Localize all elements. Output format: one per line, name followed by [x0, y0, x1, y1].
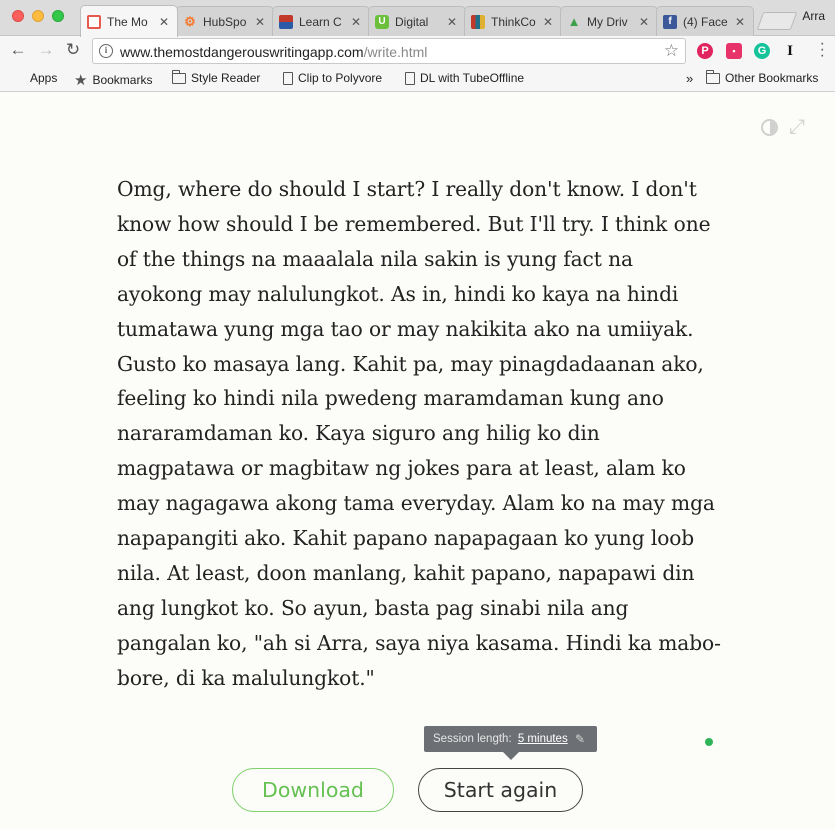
- close-tab-icon[interactable]: ✕: [543, 15, 555, 29]
- tab-hubspot[interactable]: ⚙ HubSpo ✕: [176, 6, 274, 36]
- page-icon: [283, 71, 293, 85]
- bookmark-apps[interactable]: Apps: [12, 71, 57, 85]
- bookmark-label: Clip to Polyvore: [298, 71, 383, 85]
- address-bar[interactable]: i www.themostdangerouswritingapp.com/wri…: [92, 38, 686, 64]
- forward-arrow-icon[interactable]: →: [36, 40, 56, 60]
- session-length-value[interactable]: 5 minutes: [518, 733, 568, 745]
- browser-toolbar: ← → ↻ i www.themostdangerouswritingapp.c…: [0, 36, 835, 66]
- bookmark-tubeoffline[interactable]: DL with TubeOffline: [405, 71, 524, 85]
- writing-page: ⤢ Omg, where do should I start? I really…: [0, 93, 835, 830]
- tab-drive[interactable]: ▲ My Driv ✕: [560, 6, 658, 36]
- thinkco-icon: [471, 14, 485, 29]
- drive-icon: ▲: [567, 14, 581, 29]
- bookmark-label: Other Bookmarks: [725, 71, 819, 85]
- other-bookmarks[interactable]: Other Bookmarks: [706, 69, 819, 85]
- writing-editor[interactable]: Omg, where do should I start? I really d…: [117, 172, 723, 696]
- close-tab-icon[interactable]: ✕: [447, 15, 459, 29]
- tab-digital[interactable]: U Digital ✕: [368, 6, 466, 36]
- session-length-tooltip: Session length: 5 minutes ✎: [424, 726, 597, 752]
- tab-learn[interactable]: Learn C ✕: [272, 6, 370, 36]
- close-tab-icon[interactable]: ✕: [639, 15, 651, 29]
- close-tab-icon[interactable]: ✕: [159, 15, 171, 29]
- menu-icon[interactable]: · · ·: [820, 36, 825, 64]
- tab-title: Learn C: [299, 14, 342, 29]
- tab-title: Digital: [395, 14, 429, 29]
- url-host: www.themostdangerouswritingapp.com: [120, 44, 364, 60]
- screencast-icon[interactable]: ▪: [726, 43, 742, 59]
- bookmark-bookmarks[interactable]: ★ Bookmarks: [74, 71, 152, 89]
- back-arrow-icon[interactable]: ←: [8, 40, 28, 60]
- status-dot: [705, 738, 713, 746]
- star-icon: ★: [74, 72, 88, 89]
- folder-icon: [172, 69, 186, 84]
- new-tab-button[interactable]: [756, 12, 798, 30]
- close-tab-icon[interactable]: ✕: [735, 15, 747, 29]
- tab-thinkco[interactable]: ThinkCo ✕: [464, 6, 562, 36]
- tab-title: ThinkCo: [491, 14, 536, 29]
- bookmarks-bar: Apps ★ Bookmarks Style Reader Clip to Po…: [0, 66, 835, 92]
- instapaper-icon[interactable]: I: [782, 43, 798, 59]
- info-icon[interactable]: i: [99, 44, 113, 58]
- red-square-icon: [87, 14, 101, 29]
- reload-icon[interactable]: ↻: [63, 40, 83, 60]
- tab-title: My Driv: [587, 14, 628, 29]
- url-path: /write.html: [363, 44, 428, 60]
- session-length-label: Session length:: [433, 733, 512, 745]
- url-text[interactable]: www.themostdangerouswritingapp.com/write…: [120, 44, 427, 60]
- contrast-toggle-icon[interactable]: [761, 119, 778, 136]
- bookmark-star-icon[interactable]: ☆: [664, 41, 679, 61]
- tab-title: HubSpo: [203, 14, 247, 29]
- tab-title: (4) Face: [683, 14, 728, 29]
- apps-icon: [12, 72, 25, 85]
- tab-facebook[interactable]: f (4) Face ✕: [656, 6, 754, 36]
- close-tab-icon[interactable]: ✕: [255, 15, 267, 29]
- folder-icon: [706, 69, 720, 84]
- bookmark-clip-polyvore[interactable]: Clip to Polyvore: [283, 71, 382, 85]
- tab-strip: The Mo ✕ ⚙ HubSpo ✕ Learn C ✕ U Digital …: [0, 0, 835, 37]
- profile-name[interactable]: Arra: [802, 9, 825, 23]
- pencil-icon[interactable]: ✎: [575, 726, 585, 752]
- hubspot-icon: ⚙: [184, 13, 196, 29]
- tab-title: The Mo: [107, 14, 148, 29]
- page-icon: [405, 71, 415, 85]
- start-again-button[interactable]: Start again: [418, 768, 583, 812]
- close-window-button[interactable]: [12, 10, 24, 22]
- u-icon: U: [375, 14, 389, 29]
- learn-icon: [279, 14, 293, 29]
- fullscreen-icon[interactable]: ⤢: [789, 117, 805, 137]
- tab-writing-app[interactable]: The Mo ✕: [80, 5, 178, 37]
- bookmarks-overflow-button[interactable]: »: [686, 71, 693, 86]
- bookmark-style-reader[interactable]: Style Reader: [172, 69, 261, 85]
- bookmark-label: Apps: [30, 71, 58, 85]
- grammarly-icon[interactable]: G: [754, 43, 770, 59]
- bookmark-label: DL with TubeOffline: [420, 71, 525, 85]
- facebook-icon: f: [663, 14, 677, 29]
- tooltip-arrow: [503, 752, 519, 760]
- download-button[interactable]: Download: [232, 768, 394, 812]
- bookmark-label: Bookmarks: [92, 73, 153, 87]
- close-tab-icon[interactable]: ✕: [351, 15, 363, 29]
- editor-text[interactable]: Omg, where do should I start? I really d…: [117, 172, 723, 696]
- bookmark-label: Style Reader: [191, 71, 261, 85]
- maximize-window-button[interactable]: [52, 10, 64, 22]
- minimize-window-button[interactable]: [32, 10, 44, 22]
- pinterest-icon[interactable]: P: [697, 43, 713, 59]
